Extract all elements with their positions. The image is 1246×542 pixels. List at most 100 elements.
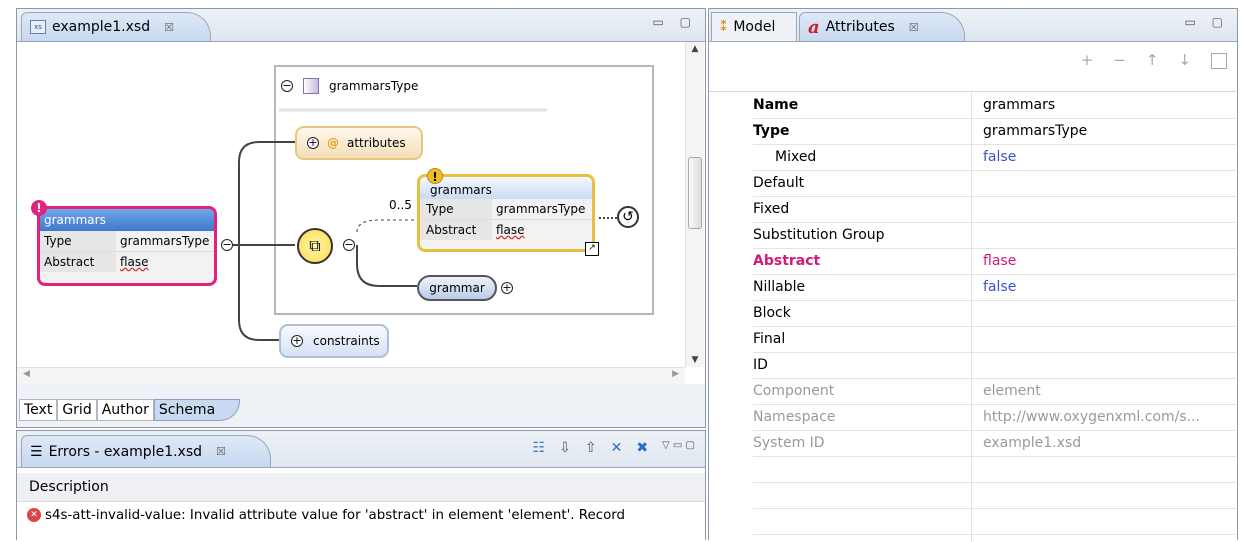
- scrollbar-thumb[interactable]: [688, 157, 702, 229]
- constraints-node[interactable]: + constraints: [279, 324, 389, 358]
- table-row[interactable]: Component element: [753, 378, 1236, 405]
- errors-header: Description: [17, 473, 705, 502]
- scroll-left-icon[interactable]: ◀: [23, 369, 30, 379]
- previous-error-icon[interactable]: ⇧: [585, 440, 597, 456]
- attributes-node[interactable]: + @ attributes: [295, 126, 423, 160]
- expand-icon[interactable]: +: [307, 137, 319, 149]
- model-icon: ⁑: [720, 19, 728, 35]
- property-name: Component: [753, 383, 835, 399]
- remove-icon[interactable]: −: [1113, 51, 1126, 69]
- sequence-compositor-icon[interactable]: ⧉: [297, 228, 333, 264]
- tab-model[interactable]: ⁑ Model: [711, 12, 797, 41]
- expand-icon[interactable]: +: [291, 335, 303, 347]
- next-error-icon[interactable]: ⇩: [559, 440, 571, 456]
- table-row[interactable]: Block: [753, 300, 1236, 327]
- scroll-down-icon[interactable]: ▼: [686, 355, 704, 365]
- window-controls[interactable]: ▭ ▢: [653, 15, 698, 29]
- row-value: flase: [120, 255, 149, 269]
- property-name: ID: [753, 357, 768, 373]
- row-value: grammarsType: [120, 234, 210, 248]
- description-column-header[interactable]: Description: [29, 479, 109, 495]
- property-value[interactable]: example1.xsd: [983, 435, 1081, 451]
- horizontal-scrollbar[interactable]: ◀ ▶: [17, 367, 685, 384]
- property-name: Fixed: [753, 201, 790, 217]
- model-tab-label: Model: [733, 19, 776, 35]
- grammar-node[interactable]: grammar: [417, 275, 497, 301]
- error-row[interactable]: ✕ s4s-att-invalid-value: Invalid attribu…: [17, 503, 705, 529]
- collapse-icon[interactable]: −: [221, 239, 233, 251]
- table-row[interactable]: Type grammarsType: [753, 118, 1236, 145]
- remove-icon[interactable]: ✕: [611, 440, 623, 456]
- table-row[interactable]: Mixed false: [753, 144, 1236, 171]
- warning-icon: !: [427, 168, 443, 184]
- table-row: [753, 456, 1236, 483]
- table-row[interactable]: Fixed: [753, 196, 1236, 223]
- element-grammars[interactable]: grammars Type grammarsType Abstract flas…: [37, 206, 217, 286]
- table-row[interactable]: Nillable false: [753, 274, 1236, 301]
- table-row[interactable]: Namespace http://www.oxygenxml.com/s...: [753, 404, 1236, 431]
- property-name: Namespace: [753, 409, 836, 425]
- scroll-right-icon[interactable]: ▶: [672, 369, 679, 379]
- property-name: Nillable: [753, 279, 806, 295]
- property-value[interactable]: flase: [983, 253, 1016, 269]
- expand-icon[interactable]: +: [501, 282, 513, 294]
- table-row[interactable]: ID: [753, 352, 1236, 379]
- complex-type-icon: [303, 78, 319, 94]
- remove-all-icon[interactable]: ✖: [636, 440, 648, 456]
- property-name: Substitution Group: [753, 227, 885, 243]
- table-row[interactable]: Final: [753, 326, 1236, 353]
- property-value[interactable]: false: [983, 279, 1016, 295]
- property-value[interactable]: grammars: [983, 97, 1055, 113]
- child-element-grammars[interactable]: grammars Type grammarsType Abstract flas…: [417, 174, 595, 252]
- move-down-icon[interactable]: ↓: [1178, 51, 1191, 69]
- tab-schema[interactable]: Schema: [153, 399, 241, 421]
- property-name: Default: [753, 175, 805, 191]
- collapse-icon[interactable]: −: [343, 239, 355, 251]
- row-value: grammarsType: [496, 202, 586, 216]
- vertical-scrollbar[interactable]: ▲ ▼: [685, 42, 704, 367]
- scroll-up-icon[interactable]: ▲: [686, 44, 704, 54]
- property-name: Abstract: [753, 253, 821, 269]
- table-row[interactable]: Default: [753, 170, 1236, 197]
- element-title: grammars: [420, 177, 592, 199]
- tab-grid[interactable]: Grid: [57, 399, 97, 421]
- table-row[interactable]: System ID example1.xsd: [753, 430, 1236, 457]
- close-icon[interactable]: ☒: [216, 445, 226, 458]
- property-value[interactable]: false: [983, 149, 1016, 165]
- attributes-tab-label: Attributes: [825, 19, 895, 35]
- editor-panel: xs example1.xsd ☒ ▭ ▢ − grammarsType + @…: [16, 8, 706, 428]
- property-value[interactable]: grammarsType: [983, 123, 1087, 139]
- add-icon[interactable]: +: [1081, 51, 1094, 69]
- error-message: s4s-att-invalid-value: Invalid attribute…: [45, 508, 626, 523]
- editor-tab-title: example1.xsd: [52, 19, 151, 35]
- move-up-icon[interactable]: ↑: [1146, 51, 1159, 69]
- errors-tabbar: ☰ Errors - example1.xsd ☒ ☷ ⇩ ⇧ ✕ ✖ ▽ ▭ …: [17, 431, 705, 468]
- tab-text[interactable]: Text: [19, 399, 58, 421]
- tab-example1-xsd[interactable]: xs example1.xsd ☒: [21, 12, 211, 41]
- abstract-row: Abstract flase: [40, 252, 214, 272]
- property-value[interactable]: element: [983, 383, 1041, 399]
- window-controls[interactable]: ▭ ▢: [1185, 15, 1230, 29]
- table-row[interactable]: Abstract flase: [753, 248, 1236, 275]
- attribute-at-icon: @: [327, 136, 339, 150]
- warning-icon: !: [31, 200, 47, 216]
- settings-icon[interactable]: [1211, 53, 1227, 69]
- property-value[interactable]: http://www.oxygenxml.com/s...: [983, 409, 1200, 425]
- view-menu-icon[interactable]: ▽ ▭ ▢: [662, 440, 695, 456]
- editor-tabbar: xs example1.xsd ☒ ▭ ▢: [17, 9, 705, 42]
- type-row: Type grammarsType: [40, 231, 214, 252]
- table-row[interactable]: Substitution Group: [753, 222, 1236, 249]
- close-icon[interactable]: ☒: [909, 21, 919, 34]
- recursion-icon[interactable]: ↺: [617, 206, 639, 228]
- table-left-margin: [709, 92, 753, 542]
- tab-errors[interactable]: ☰ Errors - example1.xsd ☒: [21, 435, 271, 467]
- mode-tab-strip: Text Grid Author Schema: [19, 399, 241, 421]
- tab-attributes[interactable]: a Attributes ☒: [799, 12, 965, 41]
- group-by-icon[interactable]: ☷: [533, 440, 546, 456]
- tab-author[interactable]: Author: [96, 399, 154, 421]
- attributes-toolbar: + − ↑ ↓: [1081, 51, 1227, 69]
- table-row[interactable]: Name grammars: [753, 92, 1236, 119]
- collapse-icon[interactable]: −: [281, 80, 293, 92]
- attributes-panel: ⁑ Model a Attributes ☒ ▭ ▢ + − ↑ ↓ Name g…: [708, 8, 1238, 542]
- close-icon[interactable]: ☒: [164, 21, 174, 34]
